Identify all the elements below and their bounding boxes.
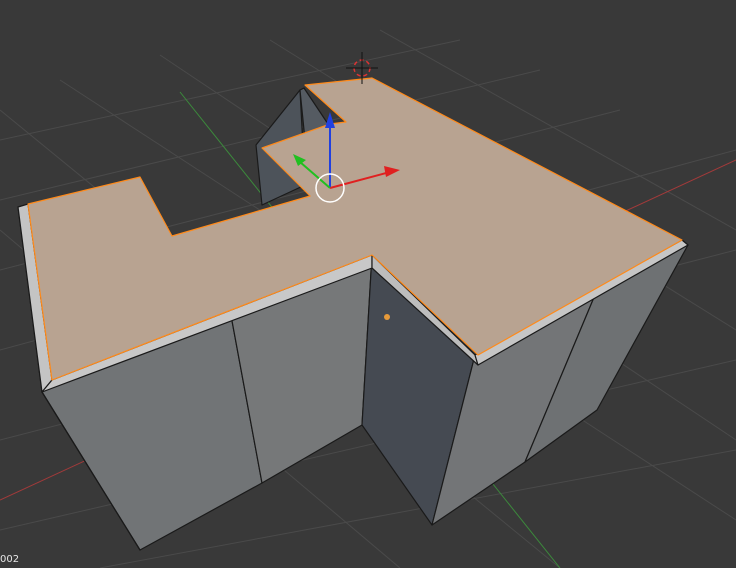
object-name-label: 002 [0,554,20,565]
vertex-point[interactable] [384,314,390,320]
3d-viewport[interactable]: 002 [0,0,736,568]
